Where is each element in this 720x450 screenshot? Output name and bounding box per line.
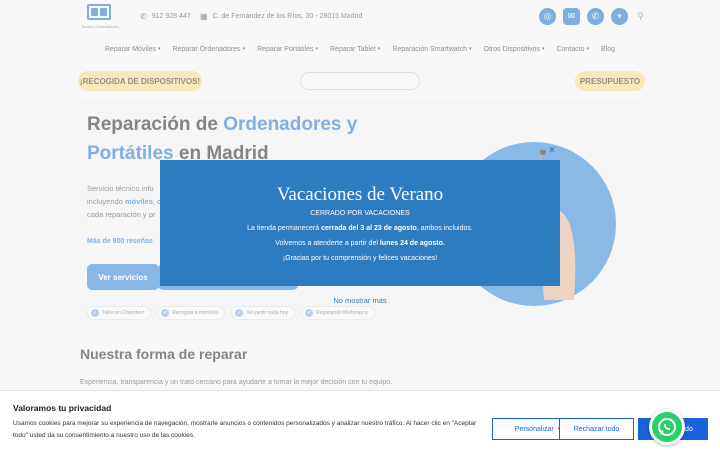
modal-line-closed: La tienda permanecerá cerrada del 3 al 2… bbox=[247, 225, 473, 232]
whatsapp-icon[interactable] bbox=[649, 409, 685, 445]
modal-subtitle: CERRADO POR VACACIONES bbox=[310, 210, 410, 217]
modal-line-return: Volvemos a atenderte a partir del lunes … bbox=[275, 240, 445, 247]
vacation-modal: Vacaciones de Verano CERRADO POR VACACIO… bbox=[160, 160, 560, 286]
modal-line-thanks: ¡Gracias por tu comprensión y felices va… bbox=[282, 255, 438, 262]
rechazar-button[interactable]: Rechazar todo bbox=[559, 418, 634, 440]
personalizar-label: Personalizar bbox=[514, 425, 554, 433]
cookie-text: Usamos cookies para mejorar su experienc… bbox=[13, 420, 477, 439]
whatsapp-glyph bbox=[658, 418, 676, 436]
modal-title: Vacaciones de Verano bbox=[276, 184, 444, 205]
no-mostrar-mas-link[interactable]: No mostrar mas bbox=[0, 296, 720, 305]
cookie-title: Valoramos tu privacidad bbox=[13, 403, 112, 413]
modal-close-button[interactable]: × bbox=[546, 145, 558, 157]
